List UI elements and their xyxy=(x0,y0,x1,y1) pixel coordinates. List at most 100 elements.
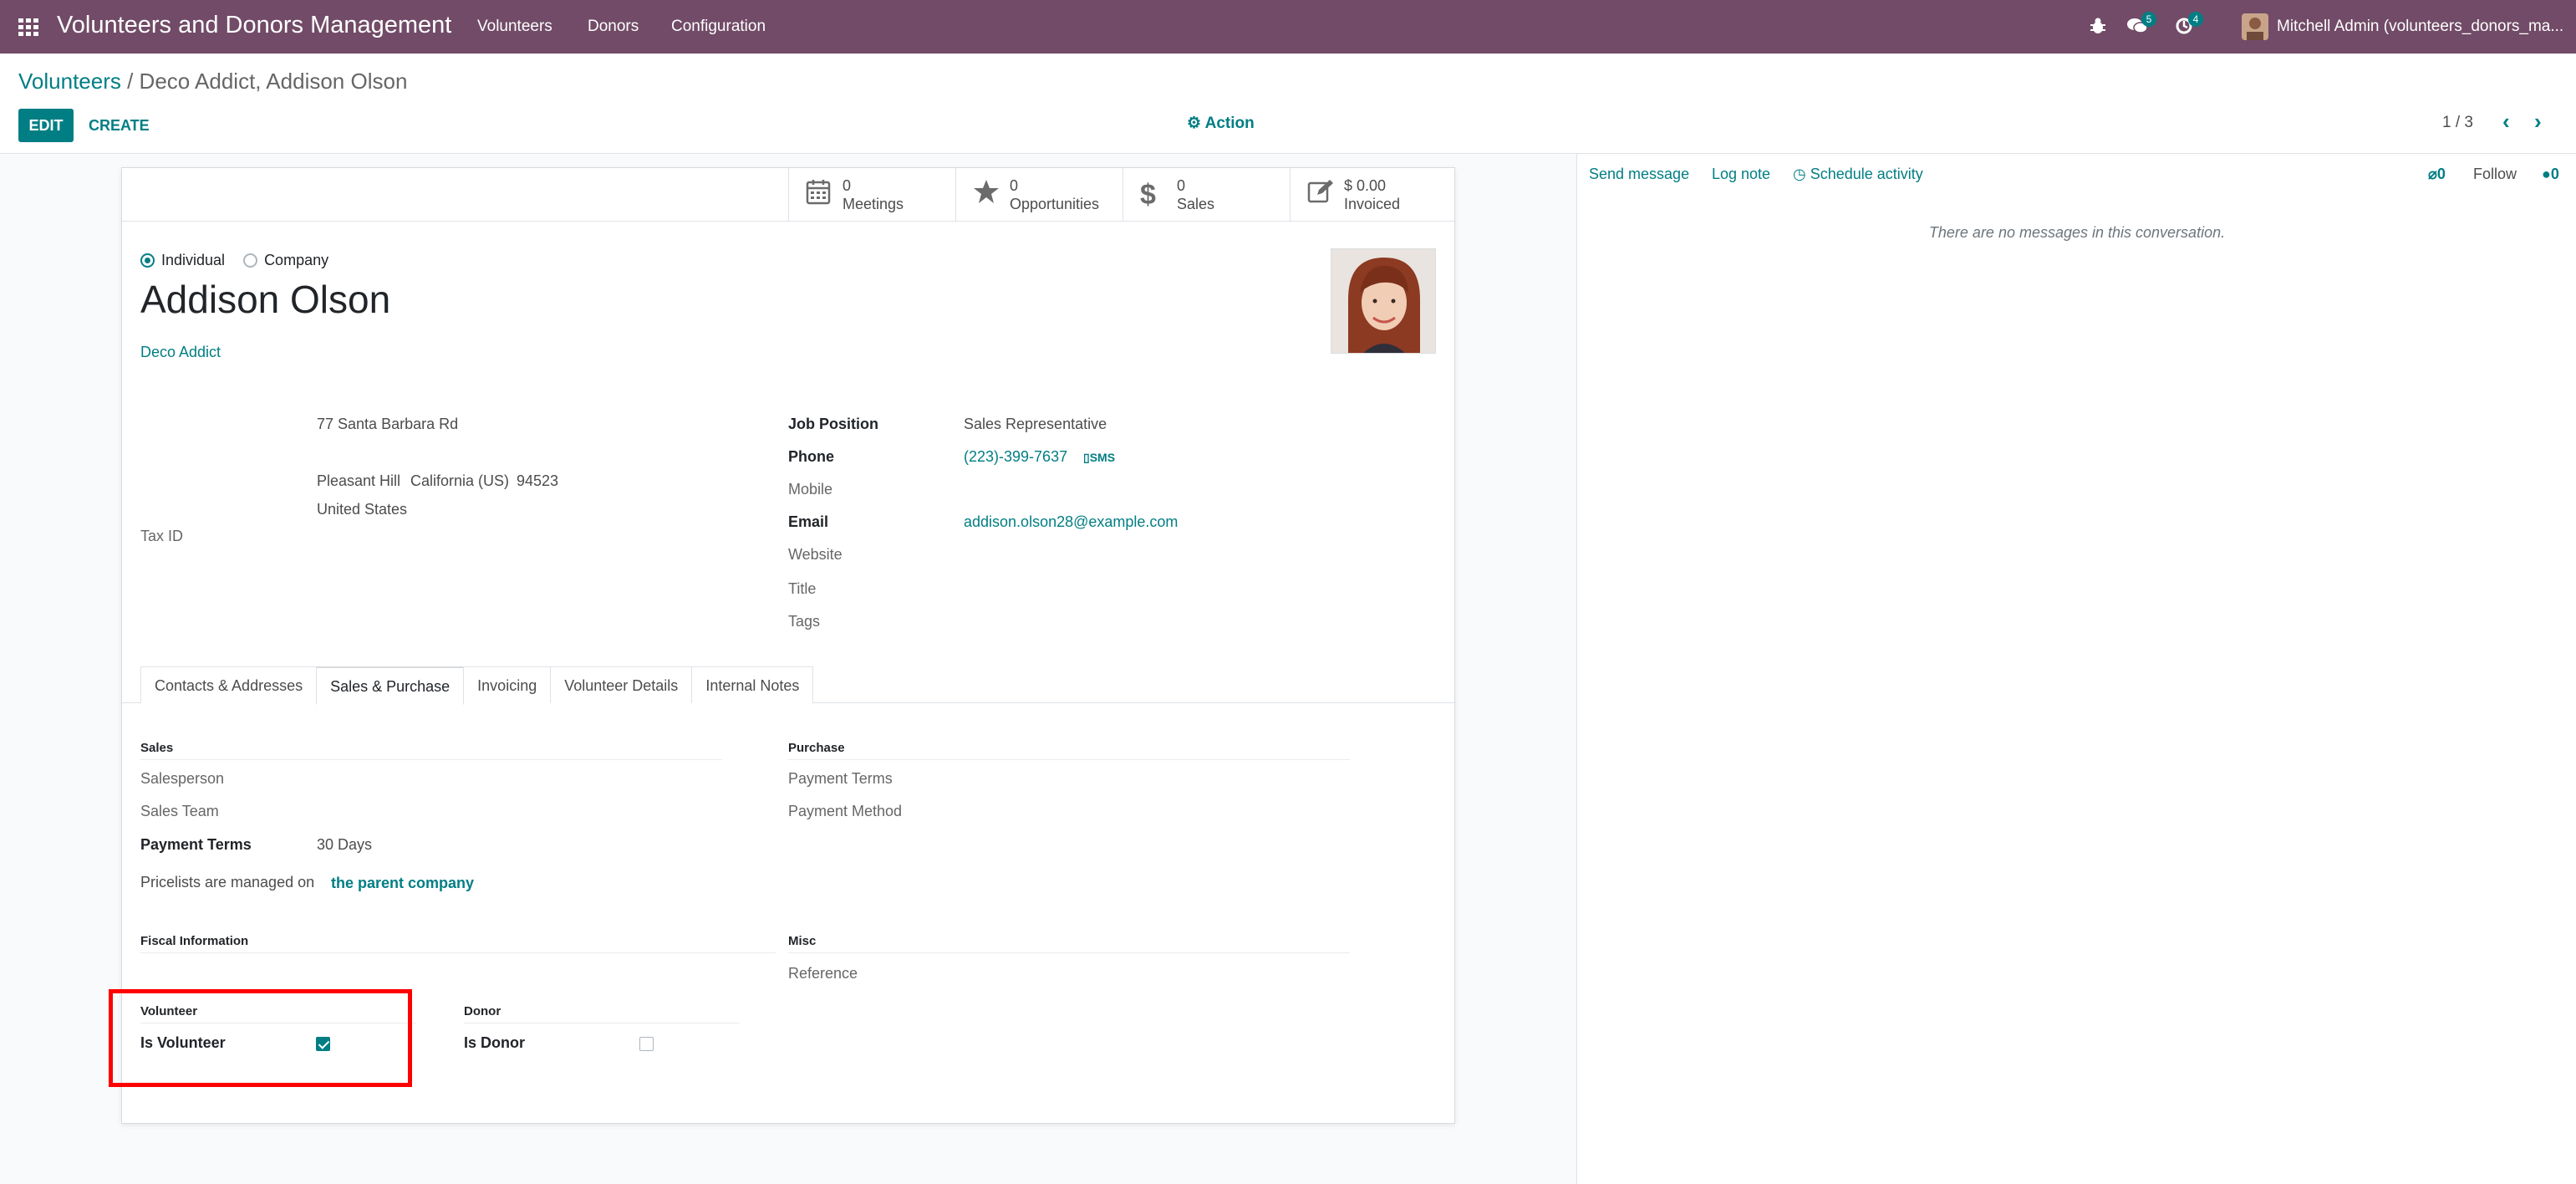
phone-label: Phone xyxy=(788,448,835,465)
meetings-stat-button[interactable]: 0 Meetings xyxy=(788,168,955,222)
individual-radio[interactable] xyxy=(140,253,155,268)
attachments-button[interactable]: ⌀0 xyxy=(2428,166,2446,183)
meetings-label: Meetings xyxy=(843,196,904,212)
tax-id-label: Tax ID xyxy=(140,528,184,544)
top-navbar: Volunteers and Donors Management Volunte… xyxy=(0,0,2576,54)
company-label[interactable]: Company xyxy=(264,252,328,269)
invoiced-stat-button[interactable]: $ 0.00 Invoiced xyxy=(1290,168,1457,222)
payment-method-label: Payment Method xyxy=(788,803,903,819)
tab-volunteer-details[interactable]: Volunteer Details xyxy=(550,666,693,703)
opportunities-label: Opportunities xyxy=(1010,196,1100,212)
notebook-tabs: Contacts & Addresses Sales & Purchase In… xyxy=(140,666,814,705)
menu-configuration[interactable]: Configuration xyxy=(671,18,766,36)
follow-button[interactable]: Follow xyxy=(2473,166,2517,183)
send-message-button[interactable]: Send message xyxy=(1589,166,1689,183)
chatter-panel: Send message Log note ◷ Schedule activit… xyxy=(1576,154,2576,1184)
meetings-count: 0 xyxy=(843,177,852,194)
messages-count-badge: 5 xyxy=(2141,12,2156,27)
breadcrumb-separator: / xyxy=(120,69,140,94)
address-state[interactable]: California (US) xyxy=(410,472,509,490)
create-button[interactable]: CREATE xyxy=(89,109,150,142)
email-link[interactable]: addison.olson28@example.com xyxy=(964,513,1178,531)
previous-record-icon[interactable]: ‹ xyxy=(2502,109,2510,135)
schedule-activity-label: Schedule activity xyxy=(1810,166,1923,182)
partner-photo[interactable] xyxy=(1331,248,1436,354)
apps-menu-icon[interactable] xyxy=(18,18,38,36)
sales-team-label: Sales Team xyxy=(140,803,219,819)
schedule-activity-button[interactable]: ◷ Schedule activity xyxy=(1793,166,1923,183)
sms-label: SMS xyxy=(1089,451,1116,464)
sales-section-divider xyxy=(140,759,722,760)
invoiced-amount: $ 0.00 xyxy=(1344,177,1387,194)
dollar-icon: $ xyxy=(1140,178,1156,211)
opportunities-count: 0 xyxy=(1010,177,1019,194)
email-label: Email xyxy=(788,513,829,530)
pager-value[interactable]: 1 / 3 xyxy=(2442,114,2473,132)
mobile-label: Mobile xyxy=(788,481,833,498)
user-avatar[interactable] xyxy=(2242,13,2268,40)
partner-name[interactable]: Addison Olson xyxy=(140,277,390,322)
empty-conversation-text: There are no messages in this conversati… xyxy=(1928,224,2226,241)
donor-section-title: Donor xyxy=(464,1004,501,1018)
followers-button[interactable]: ●0 xyxy=(2542,166,2559,183)
next-record-icon[interactable]: › xyxy=(2534,109,2542,135)
star-icon xyxy=(973,178,1010,212)
individual-label[interactable]: Individual xyxy=(161,252,225,269)
is-donor-checkbox[interactable] xyxy=(639,1037,654,1051)
action-label: Action xyxy=(1204,115,1255,132)
breadcrumb-volunteers-link[interactable]: Volunteers xyxy=(18,69,121,94)
tab-invoicing[interactable]: Invoicing xyxy=(463,666,552,703)
address-zip[interactable]: 94523 xyxy=(517,472,558,490)
purchase-section-title: Purchase xyxy=(788,741,845,755)
address-country[interactable]: United States xyxy=(317,501,407,518)
purchase-section-divider xyxy=(788,759,1350,760)
followers-count: 0 xyxy=(2550,166,2559,182)
job-position-value[interactable]: Sales Representative xyxy=(964,416,1107,433)
clock-icon: ◷ xyxy=(1793,166,1806,182)
address-street[interactable]: 77 Santa Barbara Rd xyxy=(317,416,458,433)
fiscal-info-divider xyxy=(140,952,776,953)
title-label: Title xyxy=(788,580,817,597)
form-sheet: 0 Meetings 0 Opportunities $ 0 Sales $ 0… xyxy=(121,167,1456,1124)
is-donor-label: Is Donor xyxy=(464,1034,526,1051)
tab-contacts-addresses[interactable]: Contacts & Addresses xyxy=(140,666,318,703)
sales-section-title: Sales xyxy=(140,741,174,755)
bug-icon[interactable] xyxy=(2090,17,2106,40)
user-menu[interactable]: Mitchell Admin (volunteers_donors_ma... xyxy=(2277,18,2563,36)
opportunities-stat-button[interactable]: 0 Opportunities xyxy=(955,168,1123,222)
control-panel: Volunteers / Deco Addict, Addison Olson … xyxy=(0,54,2576,154)
website-label: Website xyxy=(788,546,843,563)
paperclip-icon: ⌀ xyxy=(2428,166,2437,182)
breadcrumb: Volunteers / Deco Addict, Addison Olson xyxy=(18,69,407,94)
menu-donors[interactable]: Donors xyxy=(588,18,639,36)
payment-terms-value[interactable]: 30 Days xyxy=(317,836,372,854)
parent-company-link[interactable]: Deco Addict xyxy=(140,344,221,361)
sales-label: Sales xyxy=(1177,196,1215,212)
volunteer-highlight-box xyxy=(109,989,412,1087)
tab-internal-notes[interactable]: Internal Notes xyxy=(691,666,814,703)
activities-count-badge: 4 xyxy=(2188,12,2203,27)
app-title[interactable]: Volunteers and Donors Management xyxy=(57,12,451,39)
invoiced-label: Invoiced xyxy=(1344,196,1401,212)
menu-volunteers[interactable]: Volunteers xyxy=(477,18,552,36)
purchase-payment-terms-label: Payment Terms xyxy=(788,770,893,787)
edit-button[interactable]: EDIT xyxy=(18,109,74,142)
tab-sales-purchase[interactable]: Sales & Purchase xyxy=(316,666,465,705)
company-radio[interactable] xyxy=(243,253,258,268)
log-note-button[interactable]: Log note xyxy=(1712,166,1770,183)
phone-link[interactable]: (223)-399-7637 xyxy=(964,448,1067,466)
breadcrumb-current: Deco Addict, Addison Olson xyxy=(139,69,408,94)
sales-stat-button[interactable]: $ 0 Sales xyxy=(1123,168,1290,222)
company-type-selector: Individual Company xyxy=(140,252,328,269)
reference-label: Reference xyxy=(788,965,858,982)
attachments-count: 0 xyxy=(2436,166,2446,182)
payment-terms-label: Payment Terms xyxy=(140,836,252,853)
pricelist-note: Pricelists are managed on xyxy=(140,874,315,891)
user-icon: ● xyxy=(2542,166,2551,182)
stat-button-box: 0 Meetings 0 Opportunities $ 0 Sales $ 0… xyxy=(122,168,1456,222)
action-dropdown[interactable]: ⚙ Action xyxy=(1187,114,1255,133)
calendar-icon xyxy=(806,178,843,212)
address-city[interactable]: Pleasant Hill xyxy=(317,472,400,490)
sms-button[interactable]: ▯SMS xyxy=(1083,451,1115,465)
parent-company-pricelist-link[interactable]: the parent company xyxy=(331,875,474,892)
